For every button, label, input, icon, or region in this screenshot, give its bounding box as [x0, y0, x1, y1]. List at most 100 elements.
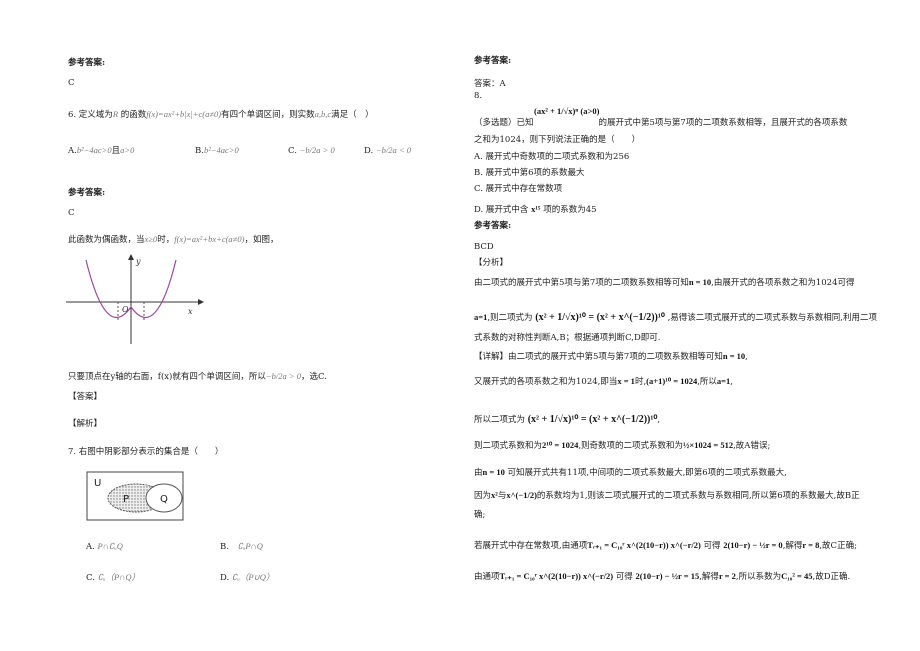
text: 可得 [703, 541, 721, 551]
text: 6. 定义域为 [68, 110, 113, 120]
detail-line: 则二项式系数和为2¹⁰ = 1024,则奇数项的二项式系数和为½×1024 = … [474, 440, 770, 452]
text: ,则奇数项的二项式系数和为 [578, 441, 684, 451]
question-8-stem: （多选题）已知 的展开式中第5项与第7项的二项数系数相等，且展开式的各项系数 [474, 118, 847, 129]
math: a>0 [120, 145, 135, 155]
math: ∁ᵤ（P∩Q） [97, 572, 140, 582]
text: 的函数 [118, 110, 147, 120]
math: f(x)=ax²+bx+c(a≠0) [174, 234, 245, 244]
question-8-stem-cont: 之和为1024，则下列说法正确的是（ ） [474, 135, 641, 145]
math: r = 2 [718, 571, 736, 581]
label: B. [195, 146, 204, 156]
text: , [657, 415, 661, 425]
analysis-line: 式系数的对称性判断A,B；根据通项判断C,D即可. [474, 333, 661, 343]
label: D. [364, 146, 374, 156]
label: B. [220, 542, 229, 552]
text: ，如图， [244, 235, 279, 245]
math: ½×1024 = 512 [683, 440, 734, 450]
text: ,故D正确. [812, 572, 851, 582]
text: ,故C正确; [819, 541, 857, 551]
math: b²−4ac>0 [203, 145, 239, 155]
answer-value: BCD [474, 242, 494, 252]
origin-label: O [122, 305, 129, 314]
text: , [730, 377, 733, 387]
text: 的展开式中第5项与第7项的二项数系数相等，且展开式的各项系数 [598, 118, 848, 128]
detail-line: 所以二项式为 (x² + 1/√x)¹⁰ = (x² + x^(−1/2))¹⁰… [474, 414, 660, 426]
math: x≥0 [144, 234, 158, 244]
option-b: B.b²−4ac>0 [195, 145, 239, 157]
text: 由二项式的展开式中第5项与第7项的二项数系数相等可知 [508, 352, 723, 362]
math: −b/2a > 0 [299, 145, 335, 155]
math: C₁₀² = 45 [781, 571, 813, 581]
answer-value: C [68, 78, 75, 88]
answer-value: 答案：A [474, 79, 506, 89]
option-c: C. −b/2a > 0 [288, 145, 335, 157]
answer-tag: 【答案】 [68, 392, 103, 402]
label: C. [86, 573, 95, 583]
option-a: A. P∩∁ᵤQ [86, 541, 123, 553]
math: Tᵣ₊₁ = C₁₀ʳ x^(2(10−r)) x^(−r/2) [587, 540, 701, 550]
label: D. [220, 573, 230, 583]
answer-label: 参考答案: [474, 221, 512, 231]
text: D. 展开式中含 [474, 205, 529, 215]
math: P∩∁ᵤQ [97, 541, 123, 551]
text: 又展开式的各项系数之和为1024,即当 [474, 377, 618, 387]
option-d: D. 展开式中含 x¹⁵ 项的系数为45 [474, 204, 597, 216]
answer-label: 参考答案: [68, 188, 106, 198]
question-8-number: 8. [474, 91, 483, 101]
x-axis-label: x [188, 307, 193, 316]
text: 只要顶点在y轴的右面，f(x)就有四个单调区间，所以 [68, 372, 266, 382]
text: 由二项式的展开式中第5项与第7项的二项数系数相等可知 [474, 278, 689, 288]
text: ,故A错误; [733, 441, 771, 451]
text: ，选C. [300, 372, 327, 382]
detail-line: 若展开式中存在常数项,由通项Tᵣ₊₁ = C₁₀ʳ x^(2(10−r)) x^… [474, 540, 857, 552]
label: C. [288, 146, 297, 156]
explanation-line: 只要顶点在y轴的右面，f(x)就有四个单调区间，所以−b/2a > 0，选C. [68, 371, 327, 383]
label: A. [86, 542, 95, 552]
option-c: C. 展开式中存在常数项 [474, 184, 563, 194]
math: ∁ᵤP∩Q [237, 541, 263, 551]
text: 此函数为偶函数，当 [68, 235, 145, 245]
detail-line: 又展开式的各项系数之和为1024,即当x = 1时,(a+1)¹⁰ = 1024… [474, 376, 733, 388]
detail-tag: 【详解】 [474, 352, 509, 362]
text: 满足（ ） [331, 110, 374, 120]
math: 2(10−r) − ½r = 15 [635, 571, 700, 581]
option-a: A.b²−4ac>0且a>0 [68, 145, 134, 157]
math: x = 1 [617, 376, 635, 386]
option-d: D. −b/2a < 0 [364, 145, 411, 157]
answer-label: 参考答案: [474, 56, 512, 66]
text: 时, [634, 377, 647, 387]
text: ,解得 [699, 572, 719, 582]
math: (x² + 1/√x)¹⁰ = (x² + x^(−1/2))¹⁰ [527, 414, 658, 425]
math: −b/2a < 0 [375, 145, 412, 155]
analysis-tag: 【解析】 [68, 419, 103, 429]
math: (a+1)¹⁰ = 1024 [646, 376, 698, 386]
math: x¹⁵ [531, 204, 541, 214]
math: r = 8 [802, 540, 820, 550]
math: b²−4ac>0 [76, 145, 112, 155]
text: ,则二项式为 [487, 313, 533, 323]
function-graph: y x O [66, 254, 204, 344]
text: , [745, 352, 748, 362]
option-b: B. 展开式中第6项的系数最大 [474, 168, 585, 178]
option-c: C. ∁ᵤ（P∩Q） [86, 572, 140, 584]
detail-line: 【详解】由二项式的展开式中第5项与第7项的二项数系数相等可知n = 10, [474, 351, 748, 363]
venn-q-label: Q [160, 494, 168, 505]
analysis-tag: 【分析】 [474, 258, 509, 268]
detail-line: 确; [474, 510, 486, 520]
math: Tᵣ₊₁ = C₁₀ʳ x^(2(10−r)) x^(−r/2) [499, 571, 614, 581]
text: 由 [474, 468, 483, 478]
text: 可得 [615, 572, 633, 582]
option-a: A. 展开式中奇数项的二项式系数和为256 [474, 152, 630, 162]
question-7-stem: 7. 右图中阴影部分表示的集合是（ ） [68, 447, 224, 457]
text: ,所以 [697, 377, 717, 387]
text: （多选题）已知 [474, 118, 534, 128]
answer-value: C [68, 208, 75, 218]
math: ∁ᵤ（P∪Q） [231, 572, 275, 582]
analysis-line: 由二项式的展开式中第5项与第7项的二项数系数相等可知n = 10,由展开式的各项… [474, 277, 855, 289]
label: A. [68, 146, 77, 156]
option-d: D. ∁ᵤ（P∪Q） [220, 572, 274, 584]
analysis-line: a=1,则二项式为 (x² + 1/√x)¹⁰ = (x² + x^(−1/2)… [474, 312, 877, 324]
math: n = 10 [722, 351, 746, 361]
text: 项的系数为45 [543, 205, 597, 215]
question-6-stem: 6. 定义域为R 的函数f(x)=ax²+b|x|+c(a≠0)有四个单调区间，… [68, 109, 374, 121]
